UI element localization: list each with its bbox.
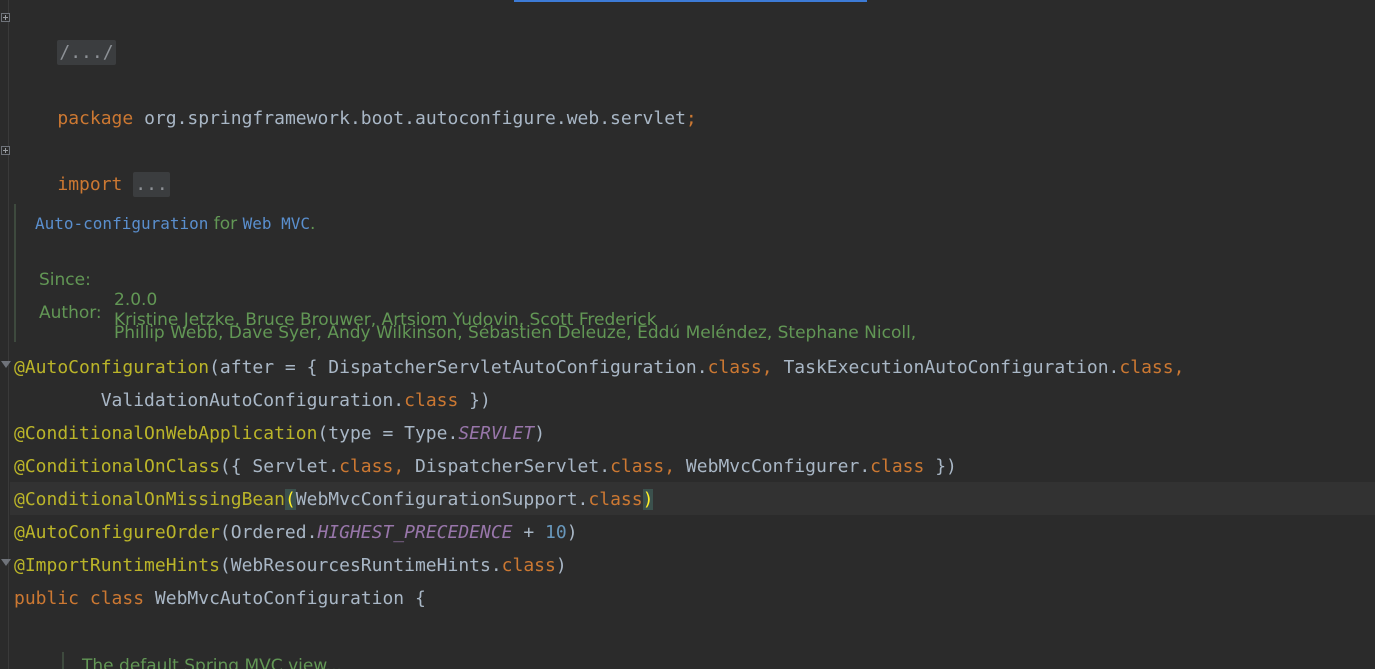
javadoc-since: Since: 2.0.0 — [16, 250, 616, 310]
fold-collapse-icon[interactable] — [1, 559, 11, 566]
folded-header-text[interactable]: /.../ — [57, 40, 116, 65]
javadoc-code-link[interactable]: Web MVC — [243, 214, 310, 233]
fold-expand-icon[interactable] — [1, 146, 10, 155]
code-line-conditional-web[interactable]: @ConditionalOnWebApplication(type = Type… — [14, 417, 545, 450]
import-line[interactable]: import ... — [14, 135, 170, 197]
package-line[interactable]: package org.springframework.boot.autocon… — [14, 69, 696, 129]
next-javadoc-block[interactable]: The default Spring MVC view... — [62, 652, 864, 669]
matched-paren: ( — [284, 489, 296, 510]
package-keyword: package — [57, 108, 134, 129]
author-line-2: Kristine Jetzke, Bruce Brouwer, Artsiom … — [114, 310, 657, 330]
matched-paren: ) — [642, 489, 654, 510]
code-editor[interactable]: /.../ package org.springframework.boot.a… — [0, 0, 1375, 669]
fold-collapse-icon[interactable] — [1, 361, 11, 368]
package-name: org.springframework.boot.autoconfigure.w… — [144, 108, 686, 129]
folded-imports[interactable]: ... — [133, 172, 170, 197]
code-line-validation[interactable]: ValidationAutoConfiguration.class }) — [14, 384, 491, 417]
javadoc-summary: Auto-configuration for Web MVC. — [35, 214, 316, 234]
code-line-auto-configure-order[interactable]: @AutoConfigureOrder(Ordered.HIGHEST_PREC… — [14, 516, 578, 549]
javadoc-author: Author: Phillip Webb, Dave Syer, Andy Wi… — [16, 283, 1006, 343]
folded-header[interactable]: /.../ — [14, 3, 116, 65]
fold-expand-icon[interactable] — [1, 13, 10, 22]
javadoc-code-link[interactable]: Auto-configuration — [35, 214, 208, 233]
javadoc-block[interactable]: Auto-configuration for Web MVC. Since: 2… — [14, 204, 1016, 343]
import-keyword: import — [57, 174, 123, 195]
gutter-divider — [8, 0, 9, 669]
semicolon: ; — [685, 108, 697, 129]
code-line-import-runtime-hints[interactable]: @ImportRuntimeHints(WebResourcesRuntimeH… — [14, 549, 567, 582]
code-line-class-declaration[interactable]: public class WebMvcAutoConfiguration { — [14, 582, 426, 615]
code-line-conditional-missing-bean[interactable]: @ConditionalOnMissingBean(WebMvcConfigur… — [14, 483, 654, 516]
scroll-indicator — [514, 0, 867, 2]
code-line-conditional-class[interactable]: @ConditionalOnClass({ Servlet.class, Dis… — [14, 450, 957, 483]
code-line-auto-configuration[interactable]: @AutoConfiguration(after = { DispatcherS… — [14, 351, 1184, 384]
author-label: Author: — [39, 303, 102, 323]
next-javadoc-text: The default Spring MVC view... — [82, 656, 342, 669]
